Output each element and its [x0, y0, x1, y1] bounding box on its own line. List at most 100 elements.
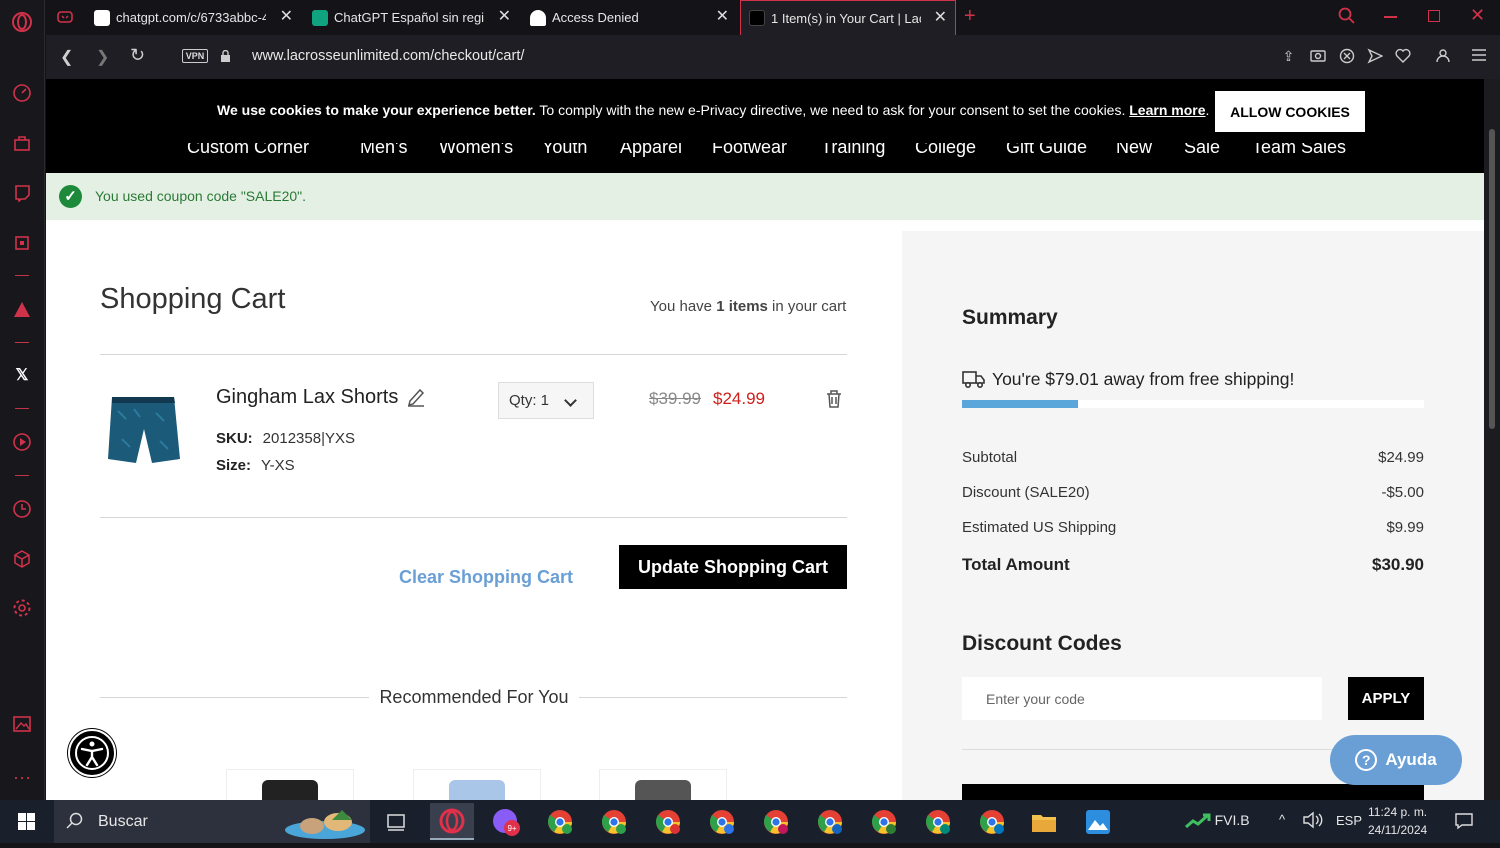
taskbar-opera[interactable] [430, 803, 474, 840]
notifications-icon[interactable] [1454, 812, 1474, 833]
profile-icon[interactable] [1434, 48, 1451, 65]
taskbar-chrome-profile-5[interactable] [760, 806, 792, 838]
taskbar-chrome-profile-6[interactable] [814, 806, 846, 838]
taskbar-search[interactable]: Buscar [54, 800, 370, 843]
apply-button[interactable]: APPLY [1348, 677, 1424, 720]
aria-icon[interactable] [11, 298, 33, 320]
nav-item-custom-corner[interactable]: Custom Corner [187, 143, 309, 158]
speed-dial-icon[interactable] [11, 82, 33, 104]
chevron-up-icon[interactable]: ^ [1279, 812, 1285, 827]
nav-item-youth[interactable]: Youth [542, 143, 587, 158]
more-dots-icon[interactable]: ··· [11, 766, 33, 788]
tab-chatgpt-espanol[interactable]: ChatGPT Español sin regist ✕ [304, 0, 519, 35]
recommended-product-card[interactable] [599, 769, 727, 800]
product-name[interactable]: Gingham Lax Shorts [216, 386, 398, 409]
taskbar-chrome-profile-9[interactable] [976, 806, 1008, 838]
reload-icon[interactable]: ↻ [130, 45, 145, 66]
help-chat-button[interactable]: ? Ayuda [1330, 735, 1462, 785]
recommended-product-card[interactable] [413, 769, 541, 800]
nav-item-training[interactable]: Training [821, 143, 885, 158]
tab-access-denied[interactable]: Access Denied ✕ [522, 0, 737, 35]
close-window-icon[interactable]: ✕ [1470, 5, 1485, 26]
language-indicator[interactable]: ESP [1336, 813, 1362, 828]
tab-close-icon[interactable]: ✕ [934, 10, 947, 26]
nav-item-footwear[interactable]: Footwear [712, 143, 787, 158]
page-scrollbar[interactable] [1484, 79, 1500, 800]
taskbar-chrome-profile-3[interactable] [652, 806, 684, 838]
sku-value: 2012358|YXS [262, 430, 355, 447]
taskbar-chrome-profile-4[interactable] [706, 806, 738, 838]
edit-pencil-icon[interactable] [407, 387, 425, 407]
product-thumbnail[interactable] [104, 389, 184, 469]
minimize-icon[interactable] [1384, 16, 1397, 18]
stock-widget[interactable]: FVI.B [1185, 812, 1250, 831]
count-suffix: in your cart [767, 298, 847, 315]
workspace-icon[interactable] [56, 9, 74, 30]
snapshot-gallery-icon[interactable] [11, 713, 33, 735]
opera-logo-icon[interactable] [11, 11, 33, 33]
history-icon[interactable] [11, 498, 33, 520]
windows-start-icon[interactable] [0, 800, 54, 843]
tab-chatgpt[interactable]: chatgpt.com/c/6733abbc-4 ✕ [86, 0, 301, 35]
back-icon[interactable]: ❮ [60, 47, 73, 67]
recommended-product-card[interactable] [226, 769, 354, 800]
free-shipping-message: You're $79.01 away from free shipping! [962, 368, 1294, 390]
task-view-icon[interactable] [380, 806, 412, 838]
accessibility-button[interactable] [68, 729, 116, 777]
allow-cookies-button[interactable]: ALLOW COOKIES [1215, 91, 1365, 132]
taskbar-chrome-profile-8[interactable] [922, 806, 954, 838]
taskbar-chrome-profile-1[interactable] [544, 806, 576, 838]
checkout-button[interactable] [962, 784, 1424, 800]
taskbar-photos-icon[interactable] [1082, 806, 1114, 838]
shopping-bag-icon[interactable] [11, 132, 33, 154]
system-clock[interactable]: 11:24 p. m. 24/11/2024 [1368, 803, 1427, 839]
taskbar-chrome-profile-7[interactable] [868, 806, 900, 838]
nav-item-team-sales[interactable]: Team Sales [1252, 143, 1346, 158]
nav-item-college[interactable]: College [915, 143, 976, 158]
extensions-cube-icon[interactable] [11, 548, 33, 570]
tab-close-icon[interactable]: ✕ [280, 9, 293, 25]
nav-item-womens[interactable]: Women's [439, 143, 513, 158]
restore-icon[interactable] [1428, 10, 1440, 22]
discount-code-input[interactable] [962, 677, 1322, 720]
nav-item-new[interactable]: New [1116, 143, 1152, 158]
row-value: $9.99 [1386, 519, 1424, 536]
volume-icon[interactable] [1302, 811, 1324, 832]
learn-more-link[interactable]: Learn more [1129, 102, 1205, 118]
access-denied-favicon-icon [530, 9, 546, 26]
tab-close-icon[interactable]: ✕ [716, 9, 729, 25]
scrollbar-thumb[interactable] [1489, 129, 1495, 429]
send-icon[interactable] [1366, 48, 1384, 65]
settings-gear-icon[interactable] [11, 597, 33, 619]
new-tab-button[interactable]: + [964, 5, 976, 28]
nav-item-sale[interactable]: Sale [1184, 143, 1220, 158]
easy-setup-menu-icon[interactable] [1470, 48, 1487, 65]
forward-icon[interactable]: ❯ [96, 47, 109, 67]
nav-item-gift-guide[interactable]: Gift Guide [1006, 143, 1087, 158]
camera-icon[interactable] [1309, 48, 1326, 65]
heart-icon[interactable] [1394, 48, 1411, 65]
nav-item-apparel[interactable]: Apparel [620, 143, 682, 158]
adblock-icon[interactable] [1338, 48, 1355, 65]
chip-icon[interactable] [11, 232, 33, 254]
sidebar-divider [15, 342, 29, 343]
player-icon[interactable] [11, 431, 33, 453]
quantity-select[interactable]: Qty: 1 [498, 382, 594, 419]
shipping-progress-bar [962, 400, 1424, 408]
taskbar-messenger[interactable]: 9+ [490, 806, 522, 838]
taskbar-chrome-profile-2[interactable] [598, 806, 630, 838]
lock-icon[interactable] [220, 49, 231, 68]
url-field[interactable]: www.lacrosseunlimited.com/checkout/cart/ [252, 48, 524, 64]
tab-lacrosse-cart[interactable]: 1 Item(s) in Your Cart | Lacr ✕ [740, 0, 956, 35]
twitch-icon[interactable] [11, 182, 33, 204]
update-cart-button[interactable]: Update Shopping Cart [619, 545, 847, 589]
share-icon[interactable]: ⇪ [1280, 48, 1297, 65]
x-twitter-icon[interactable]: 𝕏 [11, 364, 33, 386]
trash-icon[interactable] [825, 389, 843, 409]
search-tabs-icon[interactable] [1338, 7, 1356, 30]
taskbar-file-explorer-icon[interactable] [1028, 806, 1060, 838]
vpn-badge[interactable]: VPN [182, 49, 208, 63]
clear-cart-button[interactable]: Clear Shopping Cart [386, 555, 586, 599]
nav-item-mens[interactable]: Men's [360, 143, 407, 158]
tab-close-icon[interactable]: ✕ [498, 9, 511, 25]
